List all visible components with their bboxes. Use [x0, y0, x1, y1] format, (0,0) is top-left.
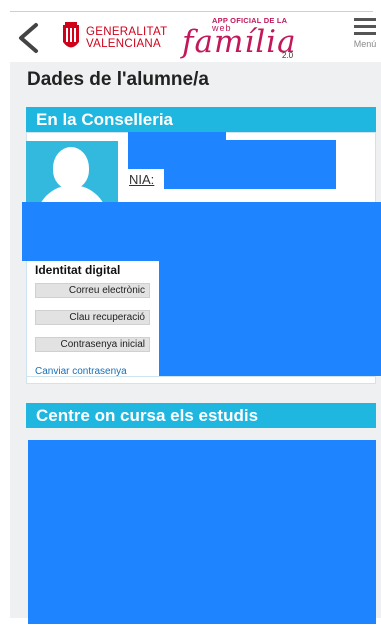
nia-label: NIA:	[129, 172, 155, 187]
gv-logo-line1: GENERALITAT	[86, 26, 168, 38]
web-familia-logo: APP OFICIAL DE LA web família 2.0	[182, 16, 322, 62]
recovery-key-button[interactable]: Clau recuperació	[35, 310, 150, 325]
initial-password-button[interactable]: Contrasenya inicial	[35, 337, 150, 352]
shield-icon	[63, 22, 79, 48]
chevron-left-icon	[19, 23, 38, 53]
redacted-nia	[164, 169, 336, 189]
section-header-conselleria: En la Conselleria	[26, 107, 376, 132]
wf-name: família	[182, 24, 297, 60]
redacted-name-block	[128, 140, 336, 169]
redacted-details	[22, 202, 381, 261]
section-header-centre: Centre on cursa els estudis	[26, 403, 376, 428]
identity-title: Identitat digital	[35, 263, 121, 277]
back-button[interactable]	[14, 22, 42, 54]
redacted-school-info	[28, 440, 376, 624]
generalitat-valenciana-logo: GENERALITAT VALENCIANA	[60, 20, 180, 54]
hamburger-icon	[351, 18, 379, 35]
menu-button[interactable]: Menú	[351, 18, 379, 58]
page-title: Dades de l'alumne/a	[27, 69, 209, 90]
gv-logo-line2: VALENCIANA	[86, 38, 162, 50]
menu-label: Menú	[353, 39, 377, 49]
email-button[interactable]: Correu electrònic	[35, 283, 150, 298]
avatar-head	[53, 147, 89, 189]
panel-divider	[26, 376, 376, 377]
app-header: GENERALITAT VALENCIANA APP OFICIAL DE LA…	[0, 12, 381, 62]
wf-version: 2.0	[282, 51, 294, 60]
redacted-identity-details	[159, 261, 381, 376]
